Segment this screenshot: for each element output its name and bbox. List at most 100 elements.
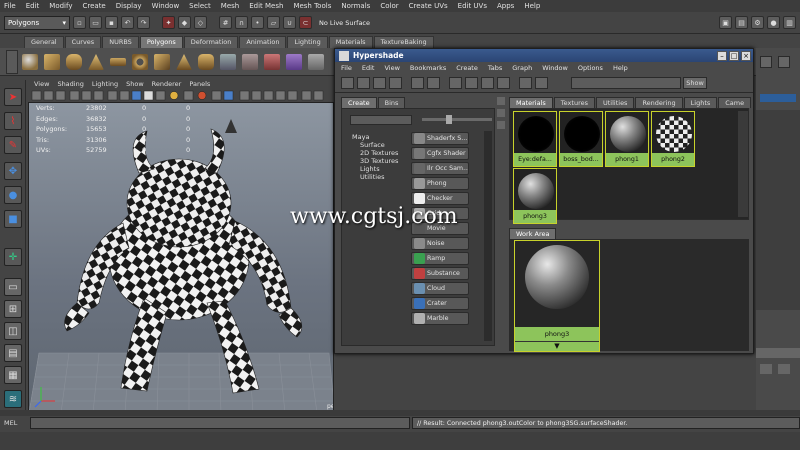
move-tool-icon[interactable]: ✥ (4, 162, 22, 180)
new-scene-icon[interactable]: ▫ (73, 16, 86, 29)
open-scene-icon[interactable]: ▭ (89, 16, 102, 29)
show-top-tabs-icon[interactable] (357, 77, 370, 89)
poly-torus-icon[interactable] (132, 54, 148, 70)
layer-options-icon[interactable] (778, 364, 790, 374)
material-swatch-0[interactable]: Eye:defa... (513, 111, 557, 167)
tab-work-area[interactable]: Work Area (509, 228, 557, 239)
minimize-icon[interactable]: – (717, 50, 727, 61)
strip-button-icon[interactable] (497, 121, 505, 129)
poly-pipe-icon[interactable] (198, 54, 214, 70)
attribute-editor-icon[interactable] (778, 56, 790, 68)
material-swatch-1[interactable]: boss_bod... (559, 111, 603, 167)
node-ramp[interactable]: Ramp (411, 252, 469, 265)
redo-icon[interactable]: ↷ (137, 16, 150, 29)
viewport-menu-panels[interactable]: Panels (189, 80, 210, 88)
tree-item-3d-textures[interactable]: 3D Textures (352, 157, 398, 165)
snap-curve-icon[interactable]: ∩ (235, 16, 248, 29)
input-connections-icon[interactable] (465, 77, 478, 89)
node-phong[interactable]: Phong (411, 177, 469, 190)
tab-lights[interactable]: Lights (683, 97, 718, 108)
node-list-scrollbar[interactable] (484, 131, 492, 341)
extrude-icon[interactable] (308, 54, 324, 70)
single-pane-layout-icon[interactable]: ▭ (4, 278, 22, 296)
strip-button-icon[interactable] (497, 97, 505, 105)
viewport-menu-show[interactable]: Show (126, 80, 144, 88)
work-area-panel[interactable]: phong3 ▼ (509, 239, 749, 352)
menu-mesh[interactable]: Mesh (221, 2, 239, 10)
material-swatch-4[interactable]: phong3 (513, 168, 557, 224)
new-layer-icon[interactable] (760, 364, 772, 374)
node-cgfx-shader[interactable]: Cgfx Shader (411, 147, 469, 160)
tree-item-utilities[interactable]: Utilities (352, 173, 398, 181)
render-settings-icon[interactable]: ⚙ (751, 16, 764, 29)
select-object-icon[interactable]: ◆ (178, 16, 191, 29)
menu-modify[interactable]: Modify (49, 2, 72, 10)
menu-edit[interactable]: Edit (26, 2, 40, 10)
hypershade-menu-window[interactable]: Window (542, 64, 568, 72)
select-component-icon[interactable]: ◇ (194, 16, 207, 29)
undo-icon[interactable]: ↶ (121, 16, 134, 29)
hypershade-icon[interactable]: ● (767, 16, 780, 29)
menu-color[interactable]: Color (380, 2, 398, 10)
hypershade-menu-file[interactable]: File (341, 64, 352, 72)
tree-item-lights[interactable]: Lights (352, 165, 398, 173)
menu-normals[interactable]: Normals (341, 2, 370, 10)
checker-character-model[interactable] (64, 119, 303, 394)
outliner-layout-icon[interactable]: ▤ (4, 344, 22, 362)
tab-rendering[interactable]: Rendering (635, 97, 683, 108)
shelf-tab-materials[interactable]: Materials (328, 36, 373, 48)
toggle-create-bar-icon[interactable] (341, 77, 354, 89)
hypershade-menu-create[interactable]: Create (456, 64, 478, 72)
rotate-tool-icon[interactable]: ● (4, 186, 22, 204)
boolean-icon[interactable] (264, 54, 280, 70)
node-substance[interactable]: Substance (411, 267, 469, 280)
select-tool-icon[interactable]: ➤ (4, 88, 22, 106)
channel-box-icon[interactable] (760, 56, 772, 68)
tree-item-2d-textures[interactable]: 2D Textures (352, 149, 398, 157)
next-graph-icon[interactable] (535, 77, 548, 89)
shelf-tab-curves[interactable]: Curves (64, 36, 102, 48)
menu-mesh-tools[interactable]: Mesh Tools (293, 2, 331, 10)
save-scene-icon[interactable]: ▪ (105, 16, 118, 29)
command-input[interactable] (30, 417, 410, 429)
shelf-tab-polygons[interactable]: Polygons (139, 36, 183, 48)
shelf-tab-animation[interactable]: Animation (239, 36, 287, 48)
snap-plane-icon[interactable]: ▱ (267, 16, 280, 29)
icon-size-slider[interactable] (422, 118, 492, 121)
hypershade-menu-help[interactable]: Help (613, 64, 628, 72)
tab-textures[interactable]: Textures (553, 97, 595, 108)
menu-select[interactable]: Select (189, 2, 211, 10)
shelf-tab-texturebaking[interactable]: TextureBaking (373, 36, 434, 48)
tab-bins[interactable]: Bins (377, 97, 406, 108)
show-both-tabs-icon[interactable] (389, 77, 402, 89)
menu-create[interactable]: Create (82, 2, 105, 10)
clear-graph-icon[interactable] (427, 77, 440, 89)
graph-layout-icon[interactable]: ▦ (4, 366, 22, 384)
viewport-menu-view[interactable]: View (34, 80, 49, 88)
hypershade-menu-options[interactable]: Options (578, 64, 603, 72)
hypershade-menu-graph[interactable]: Graph (512, 64, 532, 72)
slider-handle[interactable] (446, 115, 452, 124)
menu-window[interactable]: Window (152, 2, 180, 10)
shelf-tab-lighting[interactable]: Lighting (287, 36, 328, 48)
material-swatch-2[interactable]: phong1 (605, 111, 649, 167)
node-cloud[interactable]: Cloud (411, 282, 469, 295)
output-connections-icon[interactable] (497, 77, 510, 89)
select-hierarchy-icon[interactable]: ✦ (162, 16, 175, 29)
menuset-dropdown[interactable]: Polygons ▾ (4, 15, 70, 30)
render-icon[interactable]: ▣ (719, 16, 732, 29)
poly-prism-icon[interactable] (154, 54, 170, 70)
viewport-menu-shading[interactable]: Shading (57, 80, 83, 88)
previous-graph-icon[interactable] (519, 77, 532, 89)
four-pane-layout-icon[interactable]: ⊞ (4, 300, 22, 318)
sidebar-toggle-icon[interactable]: ▥ (783, 16, 796, 29)
hypershade-window[interactable]: Hypershade – □ × File Edit View Bookmarks Cr… (334, 48, 754, 354)
hypershade-menu-tabs[interactable]: Tabs (488, 64, 502, 72)
tree-item-maya[interactable]: Maya (352, 133, 398, 141)
combine-icon[interactable] (220, 54, 236, 70)
panel-toolbar-icons[interactable] (28, 90, 334, 102)
tab-utilities[interactable]: Utilities (595, 97, 635, 108)
tab-came[interactable]: Came (718, 97, 752, 108)
separate-icon[interactable] (242, 54, 258, 70)
strip-button-icon[interactable] (497, 109, 505, 117)
